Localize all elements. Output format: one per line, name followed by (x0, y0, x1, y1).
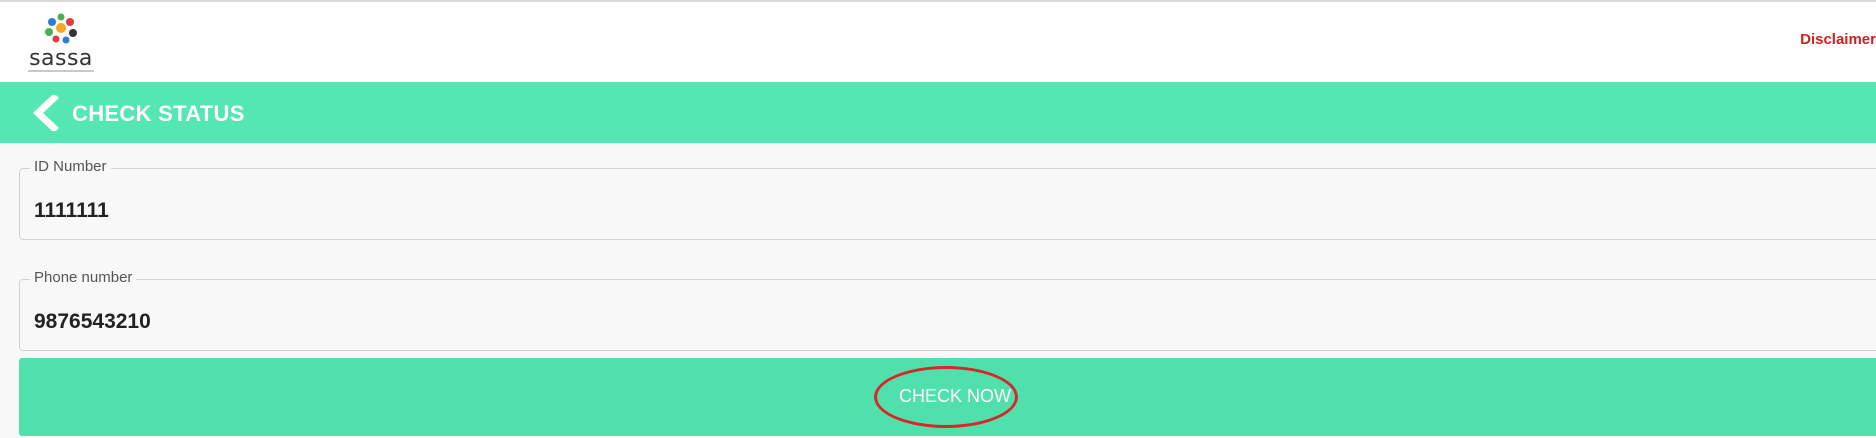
sassa-logo[interactable]: sassa (28, 12, 94, 76)
id-number-input[interactable] (34, 199, 934, 223)
page-title: CHECK STATUS (72, 101, 245, 126)
disclaimer-link[interactable]: Disclaimer (1800, 31, 1876, 48)
id-number-label: ID Number (30, 158, 111, 175)
phone-number-label: Phone number (30, 269, 137, 286)
id-number-field[interactable]: ID Number (19, 158, 1876, 240)
chevron-left-icon[interactable] (28, 95, 64, 131)
hands-logo-icon (45, 13, 77, 44)
phone-number-field[interactable]: Phone number (19, 269, 1876, 351)
phone-number-input[interactable] (34, 310, 934, 334)
logo-tagline (28, 70, 94, 72)
highlight-ellipse (874, 366, 1018, 428)
title-bar: CHECK STATUS (0, 82, 1876, 143)
site-header: sassa Disclaimer (0, 2, 1876, 82)
logo-text: sassa (29, 46, 93, 71)
